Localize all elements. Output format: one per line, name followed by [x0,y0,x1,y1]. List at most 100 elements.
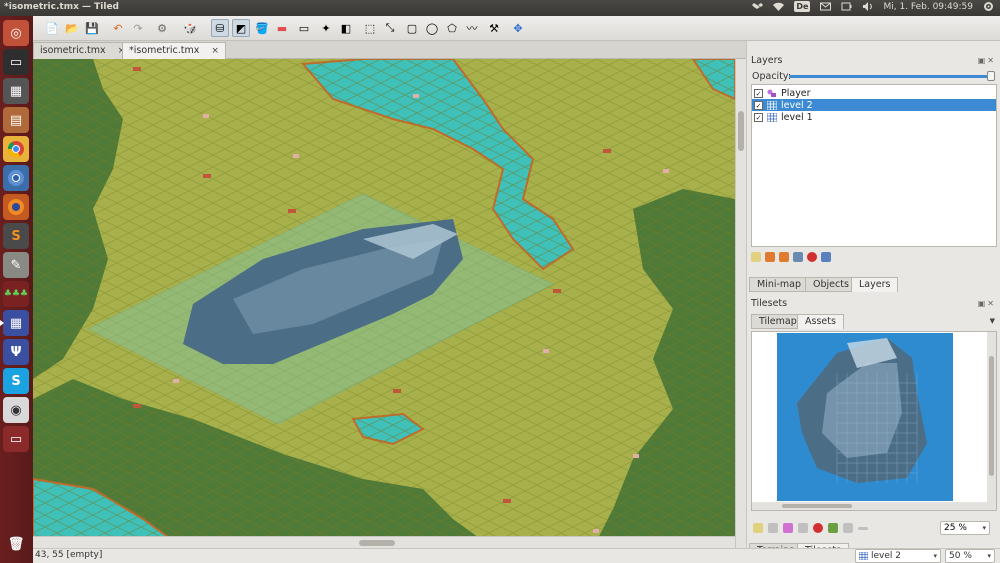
command-icon[interactable]: ⚙ [153,19,171,37]
tab-minimap[interactable]: Mini-map [749,277,810,292]
edit-polygons-icon[interactable]: ⤡ [381,19,399,37]
insert-polyline-icon[interactable]: 〰 [463,19,481,37]
insert-polygon-icon[interactable]: ⬠ [443,19,461,37]
bucket-fill-icon[interactable]: 🪣 [253,19,271,37]
tileset-horizontal-scrollbar[interactable] [752,502,989,510]
remove-tiles-icon[interactable] [858,527,868,530]
tab-layers[interactable]: Layers [851,277,899,292]
terminal-icon[interactable]: ▭ [3,49,29,75]
opacity-slider-handle[interactable] [987,71,995,81]
tileset-vertical-scrollbar[interactable] [987,332,996,510]
dock-float-close-icon[interactable]: ▣✕ [978,299,996,308]
undo-icon[interactable]: ↶ [109,19,127,37]
stamp-brush-icon[interactable]: ⛁ [211,19,229,37]
tab-objects[interactable]: Objects [805,277,857,292]
map-horizontal-scrollbar[interactable] [33,536,735,548]
tileset-zoom-select[interactable]: 25 % ▾ [940,521,990,535]
terrain-brush-icon[interactable]: ◩ [232,19,250,37]
layer-visibility-checkbox[interactable]: ✓ [754,112,763,122]
tileset-properties-icon[interactable] [798,523,808,533]
add-layer-icon[interactable] [751,252,761,262]
new-tileset-icon[interactable] [753,523,763,533]
save-icon[interactable]: 💾 [83,19,101,37]
tiled-app-icon[interactable]: ▦ [0,310,29,336]
random-mode-icon[interactable]: 🎲 [181,19,199,37]
power-gear-icon[interactable] [983,1,994,12]
wifi-icon[interactable] [773,1,785,12]
new-map-icon[interactable]: 📄 [43,19,61,37]
edit-terrain-icon[interactable] [828,523,838,533]
files-icon[interactable]: ▤ [3,107,29,133]
import-tileset-icon[interactable] [768,523,778,533]
tileset-toolbar [753,523,868,533]
map-vertical-scrollbar[interactable] [735,59,746,548]
eraser-icon[interactable]: ▬ [273,19,291,37]
insert-rectangle-icon[interactable]: ▢ [403,19,421,37]
scroll-thumb[interactable] [359,540,395,546]
raise-layer-icon[interactable] [765,252,775,262]
layer-name: level 1 [781,111,813,123]
layer-select[interactable]: level 2 ▾ [855,549,941,563]
tab-isometric-modified[interactable]: *isometric.tmx × [122,42,226,59]
tab-assets[interactable]: Assets [797,314,844,329]
layer-row-player[interactable]: ✓ Player [752,87,996,99]
layer-row-level-1[interactable]: ✓ level 1 [752,111,996,123]
calculator-icon[interactable]: ▦ [3,78,29,104]
open-icon[interactable]: 📂 [63,19,81,37]
scroll-thumb[interactable] [989,356,994,476]
scroll-thumb[interactable] [782,504,852,508]
ubuntu-dash-icon[interactable]: ◎ [3,20,29,46]
add-tiles-icon[interactable] [843,523,853,533]
layer-properties-icon[interactable] [821,252,831,262]
dock-float-close-icon[interactable]: ▣✕ [978,56,996,65]
rect-select-icon[interactable]: ▭ [295,19,313,37]
insert-ellipse-icon[interactable]: ◯ [423,19,441,37]
layer-visibility-checkbox[interactable]: ✓ [754,100,763,110]
map-canvas[interactable] [33,59,735,548]
layer-visibility-checkbox[interactable]: ✓ [754,88,763,98]
select-same-tile-icon[interactable]: ◧ [337,19,355,37]
zoom-select[interactable]: 50 % ▾ [945,549,995,563]
app-icon[interactable]: ▭ [3,426,29,452]
sublime-text-icon[interactable]: S [3,223,29,249]
insert-tile-icon[interactable]: ⚒ [485,19,503,37]
tileset-view[interactable] [751,331,997,511]
visual-studio-icon[interactable]: Ψ [3,339,29,365]
tileset-image[interactable] [777,333,953,501]
battery-icon[interactable] [841,1,852,12]
redo-icon[interactable]: ↷ [129,19,147,37]
skype-icon[interactable]: S [3,368,29,394]
trash-icon[interactable]: 🗑 [3,531,29,557]
layer-row-level-2[interactable]: ✓ level 2 [752,99,996,111]
export-tileset-icon[interactable] [783,523,793,533]
magic-wand-icon[interactable]: ✦ [317,19,335,37]
launcher: ◎ ▭ ▦ ▤ S ✎ ♣♣♣ ▦ Ψ S ◉ ▭ 🗑 [0,16,33,563]
mail-icon[interactable] [820,1,832,12]
volume-icon[interactable] [862,1,873,12]
tab-isometric-saved[interactable]: isometric.tmx× [33,42,133,59]
clock[interactable]: Mi, 1. Feb. 09:49:59 [883,2,973,12]
move-icon[interactable]: ✥ [509,19,527,37]
select-objects-icon[interactable]: ⬚ [361,19,379,37]
text-editor-icon[interactable]: ✎ [3,252,29,278]
lower-layer-icon[interactable] [779,252,789,262]
firefox-icon[interactable] [3,194,29,220]
webcam-icon[interactable]: ◉ [3,397,29,423]
chrome-icon[interactable] [3,136,29,162]
dropdown-arrow-icon: ▾ [933,552,937,560]
keyboard-layout-badge[interactable]: De [794,1,811,12]
opacity-slider[interactable] [789,75,991,78]
layer-select-value: level 2 [871,551,901,561]
remove-layer-icon[interactable] [807,252,817,262]
cursor-coordinates: 43, 55 [empty] [35,550,103,560]
game-icon[interactable]: ♣♣♣ [3,281,29,307]
remove-tileset-icon[interactable] [813,523,823,533]
tileset-menu-arrow-icon[interactable]: ▼ [990,317,995,325]
close-tab-icon[interactable]: × [211,46,219,56]
dropbox-icon[interactable] [752,1,764,12]
chromium-icon[interactable] [3,165,29,191]
isometric-map[interactable] [33,59,735,548]
scroll-thumb[interactable] [738,111,744,151]
duplicate-layer-icon[interactable] [793,252,803,262]
toolbar: 📄 📂 💾 ↶ ↷ ⚙ 🎲 ⛁ ◩ 🪣 ▬ ▭ ✦ ◧ ⬚ ⤡ ▢ ◯ ⬠ 〰 … [33,16,1000,41]
